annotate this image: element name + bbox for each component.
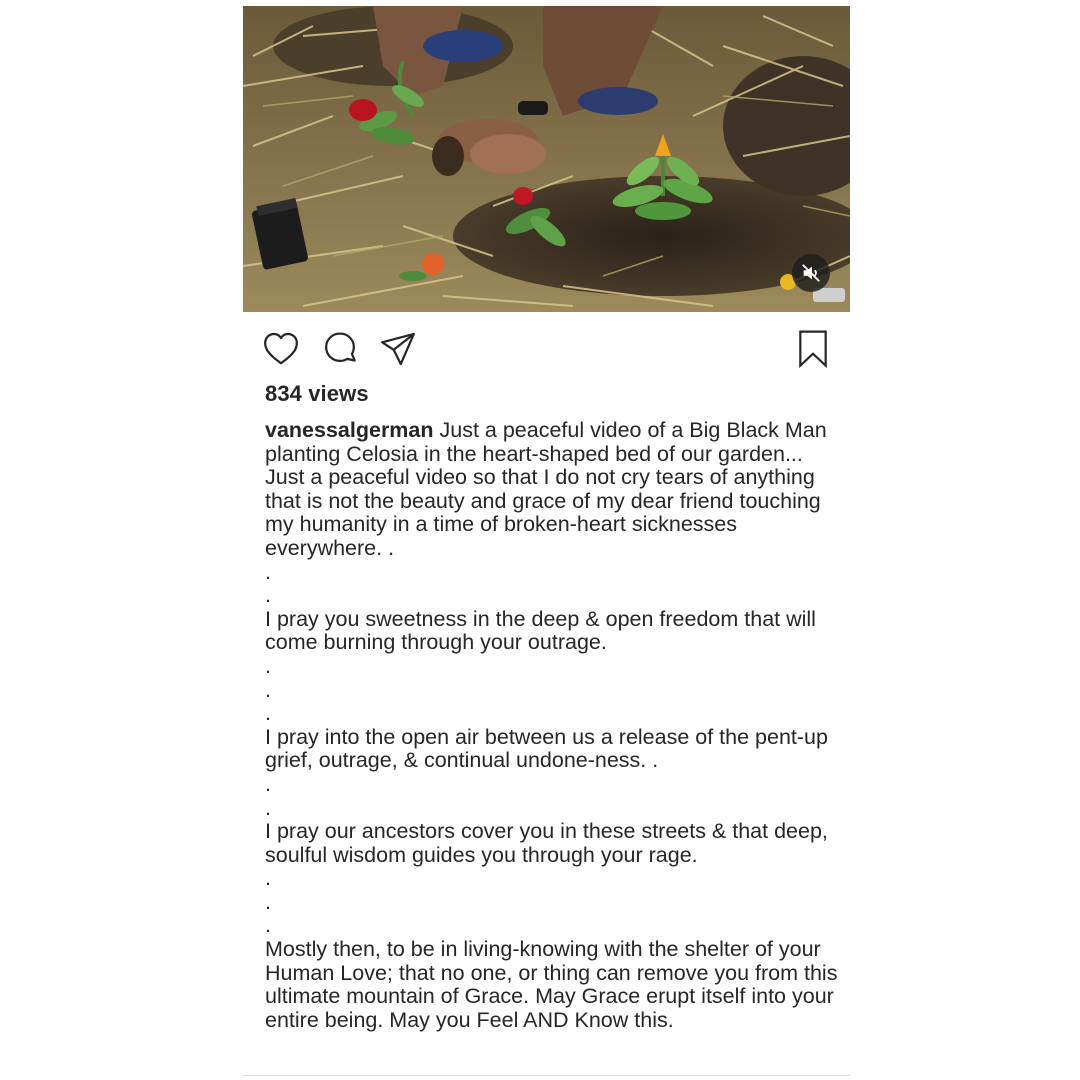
speaker-muted-icon xyxy=(802,264,820,282)
garden-video-frame xyxy=(243,6,850,312)
paper-plane-icon xyxy=(381,332,415,366)
share-button[interactable] xyxy=(377,328,419,370)
post-caption: vanessalgerman Just a peaceful video of … xyxy=(265,418,840,1032)
comment-bubble-icon xyxy=(325,332,356,362)
instagram-post: 834 views vanessalgerman Just a peaceful… xyxy=(243,6,850,1076)
save-button[interactable] xyxy=(792,328,834,370)
caption-text: Just a peaceful video of a Big Black Man… xyxy=(265,418,838,1032)
caption-username[interactable]: vanessalgerman xyxy=(265,418,434,442)
post-video[interactable] xyxy=(243,6,850,312)
bookmark-icon xyxy=(799,330,827,369)
like-button[interactable] xyxy=(260,328,302,370)
view-count[interactable]: 834 views xyxy=(265,381,369,407)
divider xyxy=(243,1075,850,1076)
post-action-bar xyxy=(243,328,850,372)
mute-toggle-button[interactable] xyxy=(792,254,830,292)
heart-icon xyxy=(264,332,298,365)
comment-button[interactable] xyxy=(319,328,361,370)
